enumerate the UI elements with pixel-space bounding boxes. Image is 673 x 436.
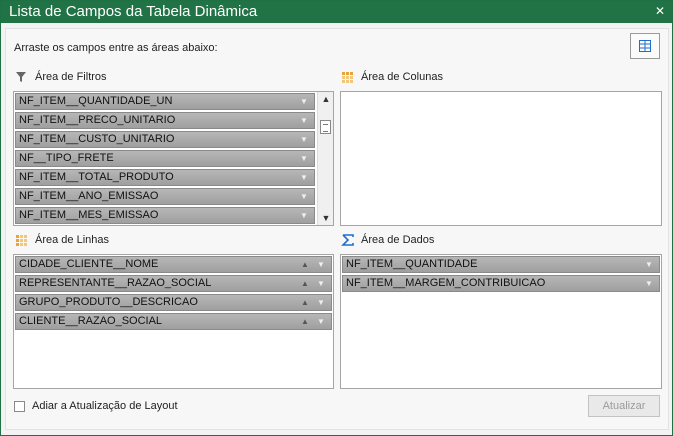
sort-ascending-icon[interactable]: ▲ — [299, 276, 311, 291]
field-dropdown-icon[interactable]: ▼ — [315, 257, 327, 272]
data-field-list: NF_ITEM__QUANTIDADE ▼ NF_ITEM__MARGEM_CONT… — [341, 256, 661, 292]
filters-field-item[interactable]: NF__TIPO_FRETE ▼ — [15, 150, 315, 167]
filters-field-item[interactable]: NF_ITEM__TOTAL_PRODUTO ▼ — [15, 169, 315, 186]
pivot-field-list-window: Lista de Campos da Tabela Dinâmica ✕ Arr… — [0, 0, 673, 436]
field-name: NF_ITEM__QUANTIDADE_UN — [19, 95, 173, 107]
rows-area-box[interactable]: CIDADE_CLIENTE__NOME ▲ ▼ REPRESENTANTE__RAZ… — [13, 254, 334, 389]
rows-grid-icon — [16, 235, 27, 246]
columns-area-label: Área de Colunas — [361, 71, 443, 83]
filters-field-item[interactable]: NF_ITEM__ANO_EMISSAO ▼ — [15, 188, 315, 205]
filters-field-item[interactable]: NF_ITEM__MES_EMISSAO ▼ — [15, 207, 315, 224]
field-name: NF_ITEM__TOTAL_PRODUTO — [19, 171, 174, 183]
rows-field-item[interactable]: CIDADE_CLIENTE__NOME ▲ ▼ — [15, 256, 332, 273]
data-field-item[interactable]: NF_ITEM__MARGEM_CONTRIBUICAO ▼ — [342, 275, 660, 292]
columns-area-box[interactable] — [340, 91, 662, 226]
filters-field-list: NF_ITEM__QUANTIDADE_UN ▼ NF_ITEM__PRECO_UN… — [14, 92, 316, 225]
title-bar[interactable]: Lista de Campos da Tabela Dinâmica ✕ — [1, 1, 672, 23]
field-name: CLIENTE__RAZAO_SOCIAL — [19, 315, 163, 327]
defer-layout-label: Adiar a Atualização de Layout — [32, 400, 178, 412]
field-dropdown-icon[interactable]: ▼ — [298, 208, 310, 223]
filters-area-label: Área de Filtros — [35, 71, 107, 83]
sigma-icon — [341, 234, 354, 246]
field-name: NF_ITEM__ANO_EMISSAO — [19, 190, 159, 202]
client-area: Arraste os campos entre as áreas abaixo:… — [5, 28, 669, 430]
filters-area-header: Área de Filtros — [15, 69, 107, 85]
defer-layout-update[interactable]: Adiar a Atualização de Layout — [14, 400, 178, 412]
columns-grid-icon — [342, 72, 353, 83]
filters-field-item[interactable]: NF_ITEM__CUSTO_UNITARIO ▼ — [15, 131, 315, 148]
field-name: NF__TIPO_FRETE — [19, 152, 114, 164]
field-name: REPRESENTANTE__RAZAO_SOCIAL — [19, 277, 212, 289]
field-dropdown-icon[interactable]: ▼ — [643, 276, 655, 291]
field-dropdown-icon[interactable]: ▼ — [315, 314, 327, 329]
rows-area-header: Área de Linhas — [15, 232, 109, 248]
field-dropdown-icon[interactable]: ▼ — [298, 189, 310, 204]
field-name: NF_ITEM__MARGEM_CONTRIBUICAO — [346, 277, 546, 289]
sort-ascending-icon[interactable]: ▲ — [299, 257, 311, 272]
instruction-text: Arraste os campos entre as áreas abaixo: — [14, 42, 218, 54]
rows-field-item[interactable]: GRUPO_PRODUTO__DESCRICAO ▲ ▼ — [15, 294, 332, 311]
rows-area-label: Área de Linhas — [35, 234, 109, 246]
data-field-item[interactable]: NF_ITEM__QUANTIDADE ▼ — [342, 256, 660, 273]
rows-field-item[interactable]: REPRESENTANTE__RAZAO_SOCIAL ▲ ▼ — [15, 275, 332, 292]
field-dropdown-icon[interactable]: ▼ — [298, 94, 310, 109]
field-name: NF_ITEM__QUANTIDADE — [346, 258, 478, 270]
columns-area-header: Área de Colunas — [341, 69, 443, 85]
close-button[interactable]: ✕ — [652, 3, 668, 19]
field-dropdown-icon[interactable]: ▼ — [315, 276, 327, 291]
field-dropdown-icon[interactable]: ▼ — [298, 113, 310, 128]
sort-ascending-icon[interactable]: ▲ — [299, 295, 311, 310]
data-area-box[interactable]: NF_ITEM__QUANTIDADE ▼ NF_ITEM__MARGEM_CONT… — [340, 254, 662, 389]
rows-field-list: CIDADE_CLIENTE__NOME ▲ ▼ REPRESENTANTE__RAZ… — [14, 256, 333, 330]
field-name: CIDADE_CLIENTE__NOME — [19, 258, 159, 270]
field-dropdown-icon[interactable]: ▼ — [298, 170, 310, 185]
window-title: Lista de Campos da Tabela Dinâmica — [9, 3, 258, 20]
field-dropdown-icon[interactable]: ▼ — [298, 151, 310, 166]
filter-icon — [16, 72, 26, 82]
data-area-header: Área de Dados — [341, 232, 434, 248]
filters-field-item[interactable]: NF_ITEM__PRECO_UNITARIO ▼ — [15, 112, 315, 129]
data-area-label: Área de Dados — [361, 234, 435, 246]
field-dropdown-icon[interactable]: ▼ — [315, 295, 327, 310]
scroll-thumb[interactable] — [320, 120, 331, 134]
update-button[interactable]: Atualizar — [588, 395, 660, 417]
scroll-up-arrow-icon[interactable]: ▲ — [320, 93, 332, 105]
field-name: NF_ITEM__MES_EMISSAO — [19, 209, 159, 221]
sort-ascending-icon[interactable]: ▲ — [299, 314, 311, 329]
filters-field-item[interactable]: NF_ITEM__QUANTIDADE_UN ▼ — [15, 93, 315, 110]
layout-grid-icon — [639, 40, 651, 52]
field-name: NF_ITEM__CUSTO_UNITARIO — [19, 133, 175, 145]
scroll-down-arrow-icon[interactable]: ▼ — [320, 212, 332, 224]
field-name: GRUPO_PRODUTO__DESCRICAO — [19, 296, 198, 308]
defer-layout-checkbox[interactable] — [14, 400, 25, 412]
filters-area-box[interactable]: NF_ITEM__QUANTIDADE_UN ▼ NF_ITEM__PRECO_UN… — [13, 91, 334, 226]
field-name: NF_ITEM__PRECO_UNITARIO — [19, 114, 176, 126]
rows-field-item[interactable]: CLIENTE__RAZAO_SOCIAL ▲ ▼ — [15, 313, 332, 330]
layout-options-button[interactable] — [630, 33, 660, 59]
filters-scrollbar[interactable]: ▲ ▼ — [317, 92, 333, 225]
field-dropdown-icon[interactable]: ▼ — [643, 257, 655, 272]
field-dropdown-icon[interactable]: ▼ — [298, 132, 310, 147]
